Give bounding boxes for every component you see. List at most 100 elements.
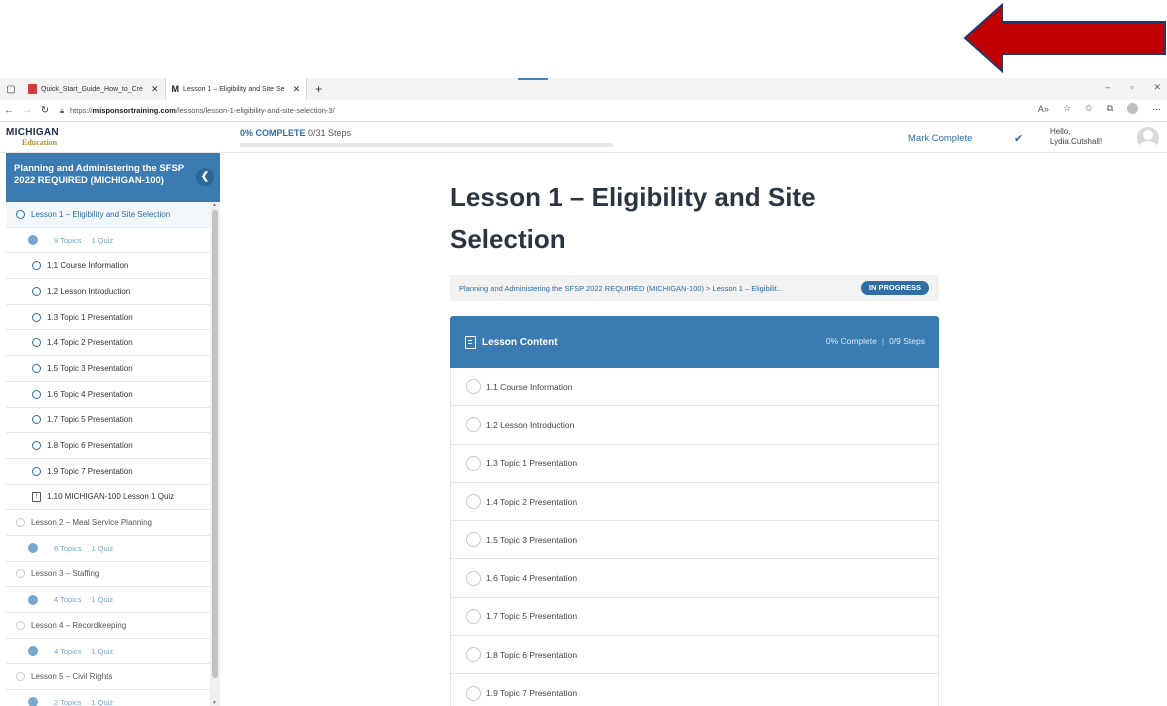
progress-text: 0% COMPLETE 0/31 Steps	[240, 128, 352, 138]
status-circle-icon	[466, 685, 481, 701]
avatar[interactable]	[1137, 127, 1159, 149]
lesson-topic-label: 1.8 Topic 6 Presentation	[486, 649, 578, 660]
back-icon[interactable]: ←	[0, 105, 18, 116]
url-text: https://misponsortraining.com/lessons/le…	[70, 106, 335, 115]
lesson-topic-label: 1.5 Topic 3 Presentation	[486, 534, 578, 545]
quiz-count: 1 Quiz	[91, 235, 114, 245]
sidebar-item-quiz[interactable]: ! 1.10 MICHIGAN-100 Lesson 1 Quiz	[6, 485, 210, 511]
close-tab-icon[interactable]: ✕	[151, 84, 159, 95]
browser-tab-2[interactable]: M Lesson 1 – Eligibility and Site Se ✕	[165, 78, 308, 100]
profile-icon[interactable]	[1127, 103, 1138, 114]
lesson-topic-row[interactable]: 1.9 Topic 7 Presentation	[451, 674, 938, 706]
sidebar-item-label: 1.8 Topic 6 Presentation	[47, 441, 133, 451]
pdf-icon	[28, 84, 37, 94]
sidebar-item-topic[interactable]: 1.1 Course Information	[6, 253, 210, 280]
lesson-topic-row[interactable]: 1.4 Topic 2 Presentation	[451, 483, 938, 522]
new-tab-button[interactable]: +	[307, 82, 330, 96]
sidebar-item-lesson[interactable]: Lesson 5 – Civil Rights	[6, 664, 210, 691]
progress-bar	[240, 143, 613, 147]
read-aloud-icon[interactable]: A»	[1038, 104, 1049, 114]
sidebar-item-label: 1.6 Topic 4 Presentation	[47, 389, 133, 399]
document-icon	[465, 335, 476, 349]
lesson-topic-label: 1.4 Topic 2 Presentation	[486, 496, 578, 507]
refresh-icon[interactable]: ↻	[36, 105, 54, 116]
lesson-topic-label: 1.9 Topic 7 Presentation	[486, 688, 578, 699]
red-arrow-annotation	[963, 2, 1166, 74]
lesson-content-title: Lesson Content	[482, 336, 558, 348]
breadcrumb-text[interactable]: Planning and Administering the SFSP 2022…	[459, 284, 783, 293]
scrollbar-thumb[interactable]	[212, 210, 218, 678]
screenshot: ▢ Quick_Start_Guide_How_to_Cre ✕ M Lesso…	[0, 0, 1167, 706]
lesson-topic-row[interactable]: 1.1 Course Information	[451, 368, 938, 407]
sidebar-item-label: 1.10 MICHIGAN-100 Lesson 1 Quiz	[47, 492, 175, 502]
sidebar-item-topic[interactable]: 1.8 Topic 6 Presentation	[6, 433, 210, 459]
top-indicator	[518, 78, 548, 80]
sidebar-item-lesson[interactable]: Lesson 4 – Recordkeeping	[6, 613, 210, 639]
restore-icon[interactable]: ▫	[1130, 82, 1133, 93]
sidebar-lesson-meta: 2 Topics 1 Quiz	[6, 690, 210, 706]
collections-icon[interactable]: ⧉	[1107, 103, 1113, 114]
sidebar-item-label: 1.5 Topic 3 Presentation	[47, 363, 133, 373]
status-circle-icon	[466, 494, 481, 510]
sidebar-item-topic[interactable]: 1.3 Topic 1 Presentation	[6, 305, 210, 331]
favorites-icon[interactable]: ✩	[1085, 103, 1093, 114]
status-circle-icon	[32, 441, 41, 451]
sidebar-lesson-meta: 9 Topics 1 Quiz	[6, 228, 210, 254]
scroll-down-icon[interactable]: ▼	[212, 700, 217, 706]
michigan-education-logo[interactable]: MICHIGAN Education	[6, 128, 76, 150]
status-circle-icon	[16, 518, 25, 528]
status-circle-icon	[16, 620, 25, 630]
sidebar-item-topic[interactable]: 1.4 Topic 2 Presentation	[6, 330, 210, 357]
sidebar-item-label: 1.4 Topic 2 Presentation	[47, 338, 133, 348]
browser-tab-1[interactable]: Quick_Start_Guide_How_to_Cre ✕	[22, 78, 166, 100]
sidebar-scrollbar[interactable]: ▲ ▼	[210, 202, 220, 706]
sidebar-item-topic[interactable]: 1.2 Lesson Introduction	[6, 279, 210, 305]
sidebar-item-label: 1.3 Topic 1 Presentation	[47, 312, 133, 322]
status-circle-icon	[32, 286, 41, 296]
lesson-topic-row[interactable]: 1.7 Topic 5 Presentation	[451, 598, 938, 637]
lesson-content-progress: 0% Complete | 0/9 Steps	[825, 336, 925, 346]
breadcrumb[interactable]: Planning and Administering the SFSP 2022…	[450, 275, 939, 301]
status-circle-icon	[32, 415, 41, 425]
lesson-content-header: Lesson Content 0% Complete | 0/9 Steps	[450, 316, 939, 368]
sidebar-item-label: Lesson 2 – Meal Service Planning	[31, 518, 152, 528]
favorite-icon[interactable]: ☆	[1063, 103, 1071, 114]
m-icon: M	[171, 84, 180, 94]
collapse-sidebar-icon[interactable]: ❮	[196, 168, 214, 186]
sidebar-item-lesson[interactable]: Lesson 3 – Staffing	[6, 562, 210, 588]
sidebar-item-label: 1.7 Topic 5 Presentation	[47, 415, 133, 425]
close-window-icon[interactable]: ✕	[1153, 82, 1161, 93]
sidebar-item-label: Lesson 4 – Recordkeeping	[31, 620, 127, 630]
lesson-topic-row[interactable]: 1.2 Lesson Introduction	[451, 406, 938, 445]
sidebar-course-title: Planning and Administering the SFSP 2022…	[6, 153, 220, 202]
sidebar-item-topic[interactable]: 1.5 Topic 3 Presentation	[6, 356, 210, 382]
status-circle-icon	[16, 569, 25, 579]
sidebar-item-topic[interactable]: 1.7 Topic 5 Presentation	[6, 408, 210, 434]
topics-icon	[28, 646, 38, 657]
scroll-up-icon[interactable]: ▲	[212, 202, 217, 208]
mark-complete-button[interactable]: Mark Complete	[908, 133, 972, 144]
status-circle-icon	[32, 466, 41, 476]
minimize-icon[interactable]: –	[1105, 82, 1110, 93]
status-circle-icon	[32, 389, 41, 399]
sidebar-lesson-meta: 6 Topics 1 Quiz	[6, 536, 210, 562]
lesson-topic-row[interactable]: 1.3 Topic 1 Presentation	[451, 445, 938, 483]
status-circle-icon	[16, 209, 25, 219]
lesson-topic-row[interactable]: 1.8 Topic 6 Presentation	[451, 636, 938, 675]
more-icon[interactable]: ···	[1152, 104, 1161, 114]
sidebar-item-lesson[interactable]: Lesson 2 – Meal Service Planning	[6, 510, 210, 536]
tab-actions-icon[interactable]: ▢	[0, 84, 22, 95]
sidebar-item-lesson[interactable]: Lesson 1 – Eligibility and Site Selectio…	[6, 202, 210, 228]
forward-icon[interactable]: →	[18, 105, 36, 116]
lesson-topic-row[interactable]: 1.6 Topic 4 Presentation	[451, 559, 938, 598]
lesson-topic-row[interactable]: 1.5 Topic 3 Presentation	[451, 521, 938, 560]
course-sidebar: Planning and Administering the SFSP 2022…	[6, 153, 220, 706]
topics-count: 4 Topics	[54, 595, 82, 605]
url-field[interactable]: 🔒︎ https://misponsortraining.com/lessons…	[60, 106, 335, 116]
sidebar-item-topic[interactable]: 1.6 Topic 4 Presentation	[6, 382, 210, 408]
status-circle-icon	[466, 417, 481, 433]
sidebar-item-topic[interactable]: 1.9 Topic 7 Presentation	[6, 459, 210, 485]
status-circle-icon	[466, 379, 481, 395]
page-title: Lesson 1 – Eligibility and Site Selectio…	[450, 182, 816, 254]
close-tab-icon[interactable]: ✕	[293, 84, 301, 95]
